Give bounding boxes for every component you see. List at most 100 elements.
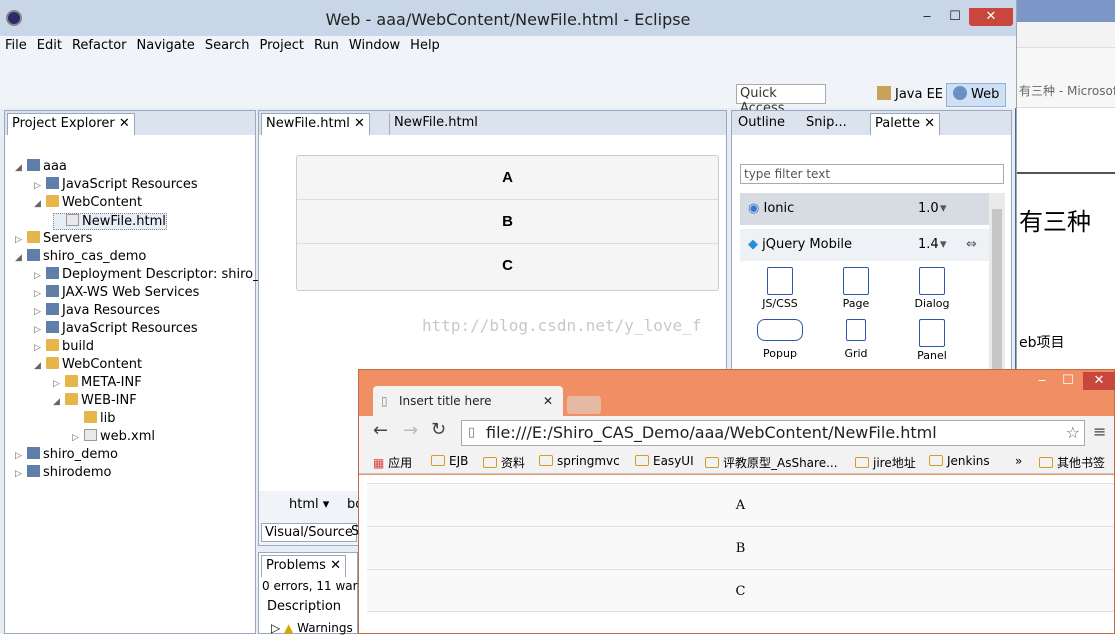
bookmark-other[interactable]: 其他书签 [1039,454,1105,471]
expanded-arrow-icon[interactable]: ◢ [53,397,65,407]
bookmarks-overflow-button[interactable]: » [1015,454,1022,468]
close-icon[interactable]: ✕ [330,558,341,573]
menu-icon[interactable]: ≡ [1093,422,1106,441]
bookmark-ziliao[interactable]: 资料 [483,454,525,471]
collapsed-arrow-icon[interactable]: ▷ [34,271,46,281]
close-icon[interactable]: ✕ [543,386,553,416]
tree-item[interactable]: lib [72,411,115,426]
collapsed-arrow-icon[interactable]: ▷ [34,307,46,317]
tree-item[interactable]: ▷ shirodemo [15,465,112,480]
close-icon[interactable]: ✕ [924,116,935,131]
collapsed-arrow-icon[interactable]: ▷ [34,289,46,299]
collapsed-arrow-icon[interactable]: ▷ [15,469,27,479]
collapsed-arrow-icon[interactable]: ▷ [53,379,65,389]
tab-editor-2[interactable]: NewFile.html [389,113,482,135]
menu-edit[interactable]: Edit [32,36,67,55]
pin-icon[interactable]: ⇔ [966,229,977,261]
tree-item[interactable]: ▷ web.xml [72,429,155,444]
quick-access-input[interactable]: Quick Access [736,84,826,116]
chrome-close-button[interactable]: ✕ [1083,372,1115,390]
palette-filter-input[interactable]: type filter text [740,164,1004,184]
close-icon[interactable]: ✕ [354,116,365,131]
close-button[interactable]: ✕ [969,8,1013,26]
doc-line: eb项目 [1019,335,1065,351]
drawer-ionic[interactable]: ◉ Ionic 1.0 ▾ [740,193,990,225]
tab-editor-1[interactable]: NewFile.html ✕ [261,113,370,135]
tree-item[interactable]: ▷ Servers [15,231,92,246]
tree-item[interactable]: ▷ META-INF [53,375,142,390]
tab-snippets[interactable]: Snip... [802,113,851,135]
tab-project-explorer[interactable]: Project Explorer ✕ [7,113,135,135]
close-icon[interactable]: ✕ [119,116,130,131]
tree-item[interactable]: NewFile.html [53,213,167,230]
menu-refactor[interactable]: Refactor [67,36,132,55]
tree-item[interactable]: ◢ WEB-INF [53,393,137,408]
palette-item-panel[interactable]: Panel [904,319,960,362]
forward-icon[interactable]: → [403,420,418,441]
menu-search[interactable]: Search [200,36,255,55]
perspective-web[interactable]: Web [946,83,1007,107]
tree-item[interactable]: ▷ JavaScript Resources [34,177,198,192]
collapsed-arrow-icon[interactable]: ▷ [34,343,46,353]
perspective-java-ee[interactable]: Java EE [870,83,950,107]
tab-outline[interactable]: Outline [734,113,789,135]
minimize-button[interactable]: ‒ [912,8,942,26]
drawer-jquery-mobile[interactable]: ◆ jQuery Mobile 1.4 ▾ ⇔ [740,229,990,261]
html-combo[interactable]: html ▾ [289,497,329,512]
menu-file[interactable]: File [0,36,32,55]
tab-problems[interactable]: Problems ✕ [261,555,346,577]
tree-item[interactable]: ▷ shiro_demo [15,447,118,462]
new-tab-button[interactable] [567,396,601,414]
tab-visual-source[interactable]: Visual/Source [261,523,357,542]
maximize-button[interactable]: ☐ [940,8,970,26]
tree-item[interactable]: ▷ JAX-WS Web Services [34,285,199,300]
tree-item[interactable]: ▷ Deployment Descriptor: shiro_c [34,267,267,282]
expanded-arrow-icon[interactable]: ◢ [34,361,46,371]
chevron-down-icon[interactable]: ▾ [940,229,947,261]
reload-icon[interactable]: ↻ [431,419,446,440]
tree-item[interactable]: ◢ shiro_cas_demo [15,249,146,264]
tree-item[interactable]: ◢ WebContent [34,195,142,210]
palette-item-dialog[interactable]: Dialog [904,267,960,310]
chrome-maximize-button[interactable]: ☐ [1053,372,1083,390]
address-bar[interactable]: ▯ file:///E:/Shiro_CAS_Demo/aaa/WebConten… [461,420,1085,446]
bookmark-ejb[interactable]: EJB [431,454,468,468]
collapsed-arrow-icon[interactable]: ▷ [72,433,84,443]
tree-item[interactable]: ◢ aaa [15,159,67,174]
expanded-arrow-icon[interactable]: ◢ [15,163,27,173]
bookmark-springmvc[interactable]: springmvc [539,454,620,468]
tree-item[interactable]: ▷ JavaScript Resources [34,321,198,336]
collapsed-arrow-icon[interactable]: ▷ [34,181,46,191]
menu-window[interactable]: Window [344,36,405,55]
menu-run[interactable]: Run [309,36,344,55]
palette-item-page[interactable]: Page [828,267,884,310]
collapsed-arrow-icon[interactable]: ▷ [34,325,46,335]
bookmark-jire[interactable]: jire地址 [855,454,916,471]
palette-scrollbar[interactable] [989,193,1005,373]
tree-item[interactable]: ▷ Java Resources [34,303,160,318]
expanded-arrow-icon[interactable]: ◢ [34,199,46,209]
expanded-arrow-icon[interactable]: ◢ [15,253,27,263]
scrollbar-thumb[interactable] [992,209,1002,369]
problems-warnings-row[interactable]: ▷ ▲ Warnings [271,621,353,635]
collapsed-arrow-icon[interactable]: ▷ [15,451,27,461]
folder-icon [27,231,40,243]
menu-project[interactable]: Project [254,36,308,55]
back-icon[interactable]: ← [373,420,388,441]
collapsed-arrow-icon[interactable]: ▷ [15,235,27,245]
chevron-down-icon[interactable]: ▾ [940,193,947,225]
bookmark-apps[interactable]: ▦ 应用 [373,454,412,471]
tree-item[interactable]: ▷ build [34,339,94,354]
browser-tab[interactable]: ▯ Insert title here ✕ [373,386,563,416]
palette-item-popup[interactable]: Popup [752,319,808,360]
menu-navigate[interactable]: Navigate [132,36,200,55]
bookmark-easyui[interactable]: EasyUI [635,454,694,468]
palette-item-grid[interactable]: Grid [828,319,884,360]
bookmark-jenkins[interactable]: Jenkins [929,454,990,468]
star-icon[interactable]: ☆ [1066,421,1080,445]
menu-help[interactable]: Help [405,36,445,55]
tab-palette[interactable]: Palette ✕ [870,113,941,135]
tree-item[interactable]: ◢ WebContent [34,357,142,372]
bookmark-pingjiao[interactable]: 评教原型_AsShare... [705,454,838,471]
palette-item-jscss[interactable]: JS/CSS [752,267,808,310]
